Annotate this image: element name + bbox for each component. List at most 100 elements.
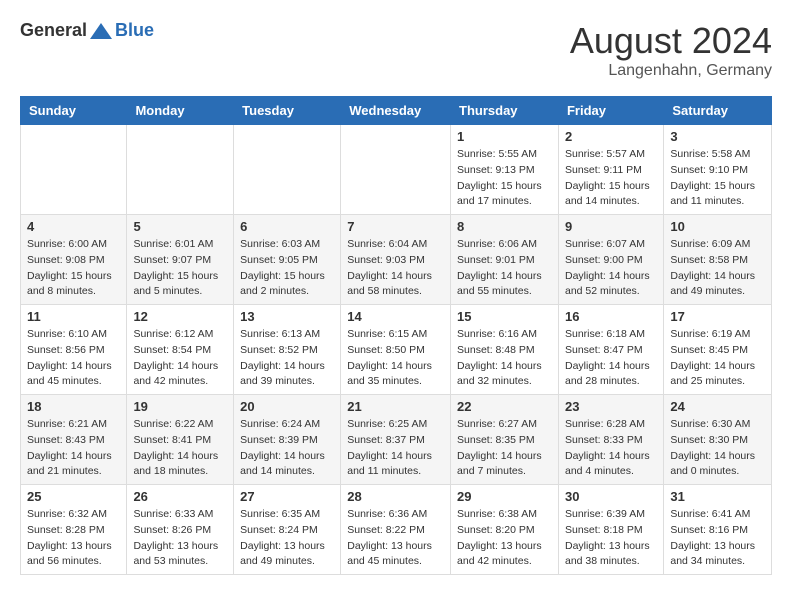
day-info: Sunrise: 6:22 AMSunset: 8:41 PMDaylight:… bbox=[133, 417, 227, 480]
week-row-1: 1Sunrise: 5:55 AMSunset: 9:13 PMDaylight… bbox=[21, 125, 772, 215]
day-info: Sunrise: 6:19 AMSunset: 8:45 PMDaylight:… bbox=[670, 327, 765, 390]
page-header: General Blue August 2024 Langenhahn, Ger… bbox=[20, 20, 772, 80]
day-info: Sunrise: 6:39 AMSunset: 8:18 PMDaylight:… bbox=[565, 507, 657, 570]
day-info: Sunrise: 6:18 AMSunset: 8:47 PMDaylight:… bbox=[565, 327, 657, 390]
calendar-cell: 19Sunrise: 6:22 AMSunset: 8:41 PMDayligh… bbox=[127, 395, 234, 485]
calendar-cell: 29 Sunrise: 6:38 AMSunset: 8:20 PMDayligh… bbox=[451, 485, 559, 575]
calendar-cell: 1Sunrise: 5:55 AMSunset: 9:13 PMDaylight… bbox=[451, 125, 559, 215]
calendar-cell: 6 Sunrise: 6:03 AMSunset: 9:05 PMDaylight… bbox=[234, 215, 341, 305]
calendar-cell: 5 Sunrise: 6:01 AMSunset: 9:07 PMDaylight… bbox=[127, 215, 234, 305]
day-info: Sunrise: 6:01 AMSunset: 9:07 PMDaylight:… bbox=[133, 237, 227, 300]
day-number: 12 bbox=[133, 309, 227, 324]
day-info: Sunrise: 6:32 AMSunset: 8:28 PMDaylight:… bbox=[27, 507, 120, 570]
day-info: Sunrise: 6:35 AMSunset: 8:24 PMDaylight:… bbox=[240, 507, 334, 570]
day-info: Sunrise: 6:12 AMSunset: 8:54 PMDaylight:… bbox=[133, 327, 227, 390]
calendar-cell bbox=[21, 125, 127, 215]
day-info: Sunrise: 5:57 AMSunset: 9:11 PMDaylight:… bbox=[565, 147, 657, 210]
day-number: 23 bbox=[565, 399, 657, 414]
weekday-header-friday: Friday bbox=[558, 97, 663, 125]
day-info: Sunrise: 6:28 AMSunset: 8:33 PMDaylight:… bbox=[565, 417, 657, 480]
calendar-table: SundayMondayTuesdayWednesdayThursdayFrid… bbox=[20, 96, 772, 575]
week-row-5: 25 Sunrise: 6:32 AMSunset: 8:28 PMDayligh… bbox=[21, 485, 772, 575]
day-number: 2 bbox=[565, 129, 657, 144]
weekday-header-monday: Monday bbox=[127, 97, 234, 125]
day-number: 21 bbox=[347, 399, 444, 414]
calendar-cell: 28Sunrise: 6:36 AMSunset: 8:22 PMDayligh… bbox=[341, 485, 451, 575]
week-row-2: 4Sunrise: 6:00 AMSunset: 9:08 PMDaylight… bbox=[21, 215, 772, 305]
day-number: 6 bbox=[240, 219, 334, 234]
day-number: 9 bbox=[565, 219, 657, 234]
calendar-cell: 3Sunrise: 5:58 AMSunset: 9:10 PMDaylight… bbox=[664, 125, 772, 215]
calendar-cell: 31 Sunrise: 6:41 AMSunset: 8:16 PMDayligh… bbox=[664, 485, 772, 575]
calendar-cell: 18 Sunrise: 6:21 AMSunset: 8:43 PMDayligh… bbox=[21, 395, 127, 485]
day-number: 20 bbox=[240, 399, 334, 414]
day-info: Sunrise: 6:41 AMSunset: 8:16 PMDaylight:… bbox=[670, 507, 765, 570]
logo-blue-text: Blue bbox=[115, 20, 154, 41]
day-number: 16 bbox=[565, 309, 657, 324]
day-number: 22 bbox=[457, 399, 552, 414]
weekday-header-wednesday: Wednesday bbox=[341, 97, 451, 125]
day-info: Sunrise: 6:21 AMSunset: 8:43 PMDaylight:… bbox=[27, 417, 120, 480]
weekday-header-tuesday: Tuesday bbox=[234, 97, 341, 125]
logo-icon bbox=[90, 21, 112, 41]
day-number: 11 bbox=[27, 309, 120, 324]
day-info: Sunrise: 6:25 AMSunset: 8:37 PMDaylight:… bbox=[347, 417, 444, 480]
weekday-header-thursday: Thursday bbox=[451, 97, 559, 125]
calendar-cell: 27 Sunrise: 6:35 AMSunset: 8:24 PMDayligh… bbox=[234, 485, 341, 575]
day-info: Sunrise: 6:15 AMSunset: 8:50 PMDaylight:… bbox=[347, 327, 444, 390]
day-number: 24 bbox=[670, 399, 765, 414]
day-number: 27 bbox=[240, 489, 334, 504]
day-info: Sunrise: 6:06 AMSunset: 9:01 PMDaylight:… bbox=[457, 237, 552, 300]
day-number: 10 bbox=[670, 219, 765, 234]
week-row-4: 18 Sunrise: 6:21 AMSunset: 8:43 PMDayligh… bbox=[21, 395, 772, 485]
day-number: 13 bbox=[240, 309, 334, 324]
calendar-cell: 4Sunrise: 6:00 AMSunset: 9:08 PMDaylight… bbox=[21, 215, 127, 305]
calendar-cell: 8Sunrise: 6:06 AMSunset: 9:01 PMDaylight… bbox=[451, 215, 559, 305]
calendar-cell: 25 Sunrise: 6:32 AMSunset: 8:28 PMDayligh… bbox=[21, 485, 127, 575]
day-info: Sunrise: 6:10 AMSunset: 8:56 PMDaylight:… bbox=[27, 327, 120, 390]
logo-general-text: General bbox=[20, 20, 87, 41]
day-info: Sunrise: 5:58 AMSunset: 9:10 PMDaylight:… bbox=[670, 147, 765, 210]
calendar-cell bbox=[234, 125, 341, 215]
calendar-cell: 21 Sunrise: 6:25 AMSunset: 8:37 PMDayligh… bbox=[341, 395, 451, 485]
day-number: 31 bbox=[670, 489, 765, 504]
calendar-cell bbox=[127, 125, 234, 215]
day-number: 5 bbox=[133, 219, 227, 234]
day-info: Sunrise: 5:55 AMSunset: 9:13 PMDaylight:… bbox=[457, 147, 552, 210]
title-block: August 2024 Langenhahn, Germany bbox=[570, 20, 772, 80]
day-number: 7 bbox=[347, 219, 444, 234]
calendar-cell: 20 Sunrise: 6:24 AMSunset: 8:39 PMDayligh… bbox=[234, 395, 341, 485]
day-number: 18 bbox=[27, 399, 120, 414]
location-text: Langenhahn, Germany bbox=[570, 62, 772, 80]
day-number: 29 bbox=[457, 489, 552, 504]
day-number: 28 bbox=[347, 489, 444, 504]
calendar-cell: 2 Sunrise: 5:57 AMSunset: 9:11 PMDaylight… bbox=[558, 125, 663, 215]
day-info: Sunrise: 6:13 AMSunset: 8:52 PMDaylight:… bbox=[240, 327, 334, 390]
weekday-header-row: SundayMondayTuesdayWednesdayThursdayFrid… bbox=[21, 97, 772, 125]
calendar-cell: 14 Sunrise: 6:15 AMSunset: 8:50 PMDayligh… bbox=[341, 305, 451, 395]
month-title: August 2024 bbox=[570, 20, 772, 62]
day-info: Sunrise: 6:03 AMSunset: 9:05 PMDaylight:… bbox=[240, 237, 334, 300]
calendar-cell: 22 Sunrise: 6:27 AMSunset: 8:35 PMDayligh… bbox=[451, 395, 559, 485]
calendar-cell bbox=[341, 125, 451, 215]
day-number: 25 bbox=[27, 489, 120, 504]
calendar-cell: 9Sunrise: 6:07 AMSunset: 9:00 PMDaylight… bbox=[558, 215, 663, 305]
calendar-cell: 7 Sunrise: 6:04 AMSunset: 9:03 PMDaylight… bbox=[341, 215, 451, 305]
calendar-cell: 15Sunrise: 6:16 AMSunset: 8:48 PMDayligh… bbox=[451, 305, 559, 395]
day-number: 14 bbox=[347, 309, 444, 324]
calendar-cell: 10Sunrise: 6:09 AMSunset: 8:58 PMDayligh… bbox=[664, 215, 772, 305]
calendar-cell: 26 Sunrise: 6:33 AMSunset: 8:26 PMDayligh… bbox=[127, 485, 234, 575]
day-number: 26 bbox=[133, 489, 227, 504]
calendar-cell: 11 Sunrise: 6:10 AMSunset: 8:56 PMDayligh… bbox=[21, 305, 127, 395]
weekday-header-sunday: Sunday bbox=[21, 97, 127, 125]
day-info: Sunrise: 6:33 AMSunset: 8:26 PMDaylight:… bbox=[133, 507, 227, 570]
day-number: 15 bbox=[457, 309, 552, 324]
week-row-3: 11 Sunrise: 6:10 AMSunset: 8:56 PMDayligh… bbox=[21, 305, 772, 395]
day-info: Sunrise: 6:04 AMSunset: 9:03 PMDaylight:… bbox=[347, 237, 444, 300]
calendar-cell: 23 Sunrise: 6:28 AMSunset: 8:33 PMDayligh… bbox=[558, 395, 663, 485]
day-info: Sunrise: 6:27 AMSunset: 8:35 PMDaylight:… bbox=[457, 417, 552, 480]
day-info: Sunrise: 6:24 AMSunset: 8:39 PMDaylight:… bbox=[240, 417, 334, 480]
day-info: Sunrise: 6:00 AMSunset: 9:08 PMDaylight:… bbox=[27, 237, 120, 300]
day-info: Sunrise: 6:38 AMSunset: 8:20 PMDaylight:… bbox=[457, 507, 552, 570]
calendar-cell: 24Sunrise: 6:30 AMSunset: 8:30 PMDayligh… bbox=[664, 395, 772, 485]
